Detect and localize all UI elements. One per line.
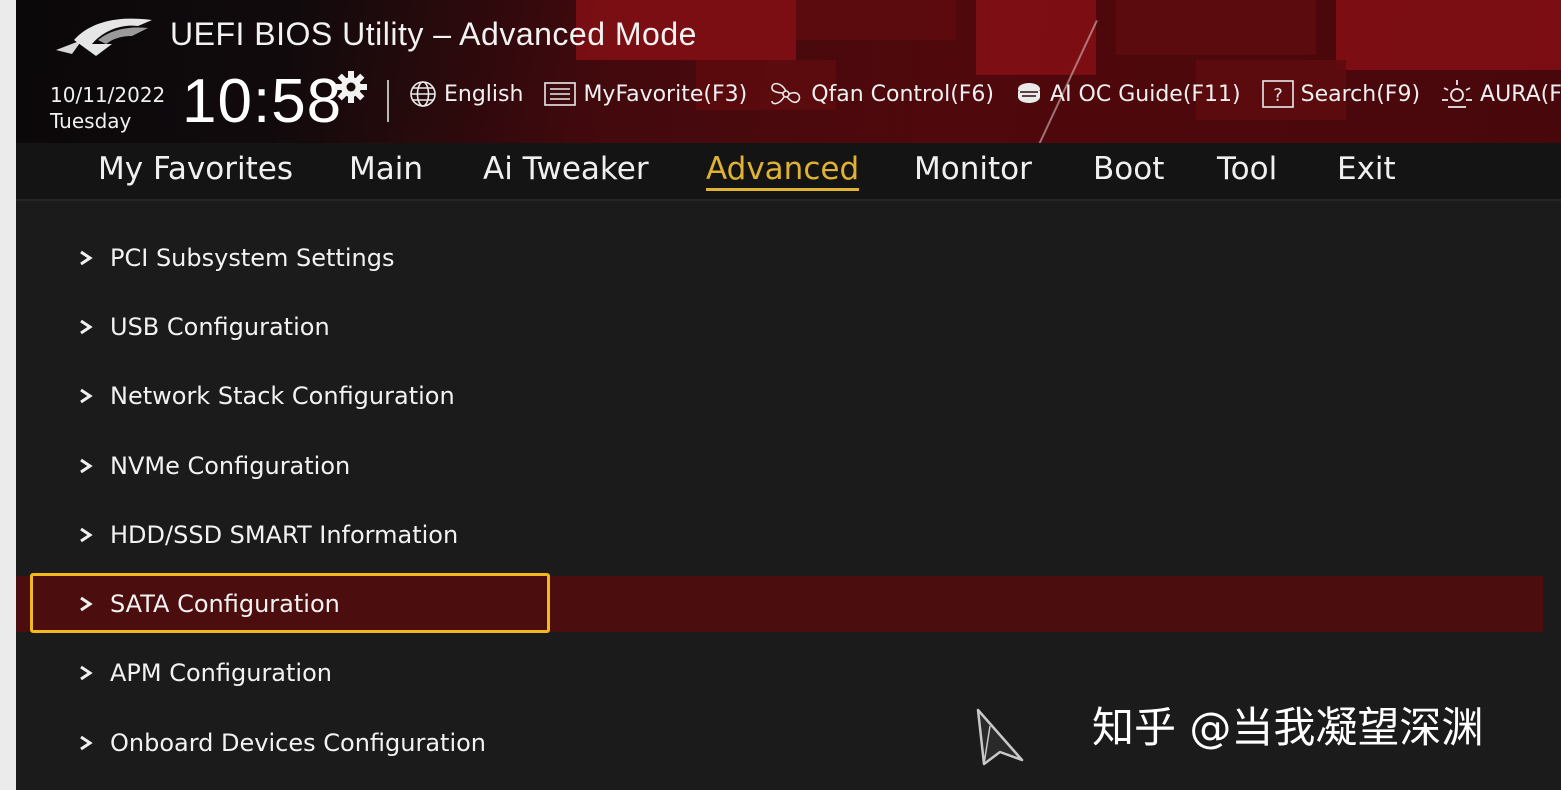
menu-item-hdd-ssd-smart-information[interactable]: HDD/SSD SMART Information xyxy=(16,507,1543,563)
ai-oc-guide-button[interactable]: AI OC Guide(F11) xyxy=(1014,79,1241,109)
rog-logo-icon xyxy=(56,18,152,56)
myfavorite-button[interactable]: MyFavorite(F3) xyxy=(543,80,747,108)
chevron-right-icon xyxy=(80,735,93,751)
tab-advanced[interactable]: Advanced xyxy=(706,151,860,191)
chevron-right-icon xyxy=(80,319,93,335)
main-nav-tabs: My Favorites Main Ai Tweaker Advanced Mo… xyxy=(16,143,1561,201)
tab-exit[interactable]: Exit xyxy=(1337,151,1396,187)
left-edge-bar xyxy=(0,0,16,790)
tab-my-favorites[interactable]: My Favorites xyxy=(98,151,293,187)
tab-ai-tweaker[interactable]: Ai Tweaker xyxy=(483,151,649,187)
tab-main[interactable]: Main xyxy=(349,151,423,187)
header-toolbar: English MyFavorite(F3) Qfan Control(F6) … xyxy=(408,78,1561,110)
globe-icon xyxy=(410,81,436,107)
tab-tool[interactable]: Tool xyxy=(1217,151,1277,187)
menu-item-label: Onboard Devices Configuration xyxy=(110,729,487,757)
menu-item-label: HDD/SSD SMART Information xyxy=(110,521,459,549)
fan-icon xyxy=(771,82,801,105)
ai-oc-icon xyxy=(1018,83,1041,103)
day-text: Tuesday xyxy=(50,109,132,133)
chevron-right-icon xyxy=(80,388,93,404)
menu-item-pci-subsystem-settings[interactable]: PCI Subsystem Settings xyxy=(16,230,1543,286)
clock-settings-gear-icon[interactable] xyxy=(334,70,368,104)
svg-text:?: ? xyxy=(1273,85,1283,106)
chevron-right-icon xyxy=(80,596,93,612)
advanced-menu-panel: PCI Subsystem Settings USB Configuration… xyxy=(16,201,1561,790)
menu-item-nvme-configuration[interactable]: NVMe Configuration xyxy=(16,438,1543,494)
menu-item-apm-configuration[interactable]: APM Configuration xyxy=(16,645,1543,701)
aura-button[interactable]: AURA(F4) xyxy=(1440,78,1561,110)
menu-item-label: USB Configuration xyxy=(110,313,330,341)
menu-item-label: PCI Subsystem Settings xyxy=(110,244,395,272)
tab-monitor[interactable]: Monitor xyxy=(914,151,1032,187)
favorite-list-icon xyxy=(544,82,577,106)
zhihu-watermark: 知乎 @当我凝望深渊 xyxy=(1092,703,1484,752)
menu-item-label: Network Stack Configuration xyxy=(110,382,455,410)
date-display: 10/11/2022 Tuesday xyxy=(50,82,165,134)
app-title: UEFI BIOS Utility – Advanced Mode xyxy=(170,16,697,52)
date-text: 10/11/2022 xyxy=(50,83,166,107)
search-button[interactable]: ? Search(F9) xyxy=(1261,79,1420,109)
chevron-right-icon xyxy=(80,250,93,266)
header-separator xyxy=(387,80,389,122)
language-label: English xyxy=(444,81,524,107)
clock-time: 10:58 xyxy=(182,67,343,136)
qfan-control-label: Qfan Control(F6) xyxy=(811,81,995,107)
ai-oc-guide-label: AI OC Guide(F11) xyxy=(1050,81,1241,107)
language-button[interactable]: English xyxy=(408,79,523,109)
chevron-right-icon xyxy=(80,458,93,474)
menu-item-label: SATA Configuration xyxy=(110,590,340,618)
search-label: Search(F9) xyxy=(1300,81,1421,107)
tab-boot[interactable]: Boot xyxy=(1093,151,1164,187)
menu-item-label: NVMe Configuration xyxy=(110,452,351,480)
aura-label: AURA(F4) xyxy=(1480,81,1561,107)
menu-item-label: APM Configuration xyxy=(110,659,332,687)
qfan-control-button[interactable]: Qfan Control(F6) xyxy=(767,78,994,110)
chevron-right-icon xyxy=(80,665,93,681)
menu-item-network-stack-configuration[interactable]: Network Stack Configuration xyxy=(16,368,1543,424)
search-help-icon: ? xyxy=(1261,80,1294,108)
chevron-right-icon xyxy=(80,527,93,543)
aura-light-icon xyxy=(1442,80,1473,108)
menu-item-sata-configuration[interactable]: SATA Configuration xyxy=(16,573,1543,633)
mouse-cursor-icon xyxy=(976,708,1024,766)
myfavorite-label: MyFavorite(F3) xyxy=(583,81,748,107)
header-bar: UEFI BIOS Utility – Advanced Mode 10/11/… xyxy=(16,0,1561,143)
menu-item-usb-configuration[interactable]: USB Configuration xyxy=(16,299,1543,355)
